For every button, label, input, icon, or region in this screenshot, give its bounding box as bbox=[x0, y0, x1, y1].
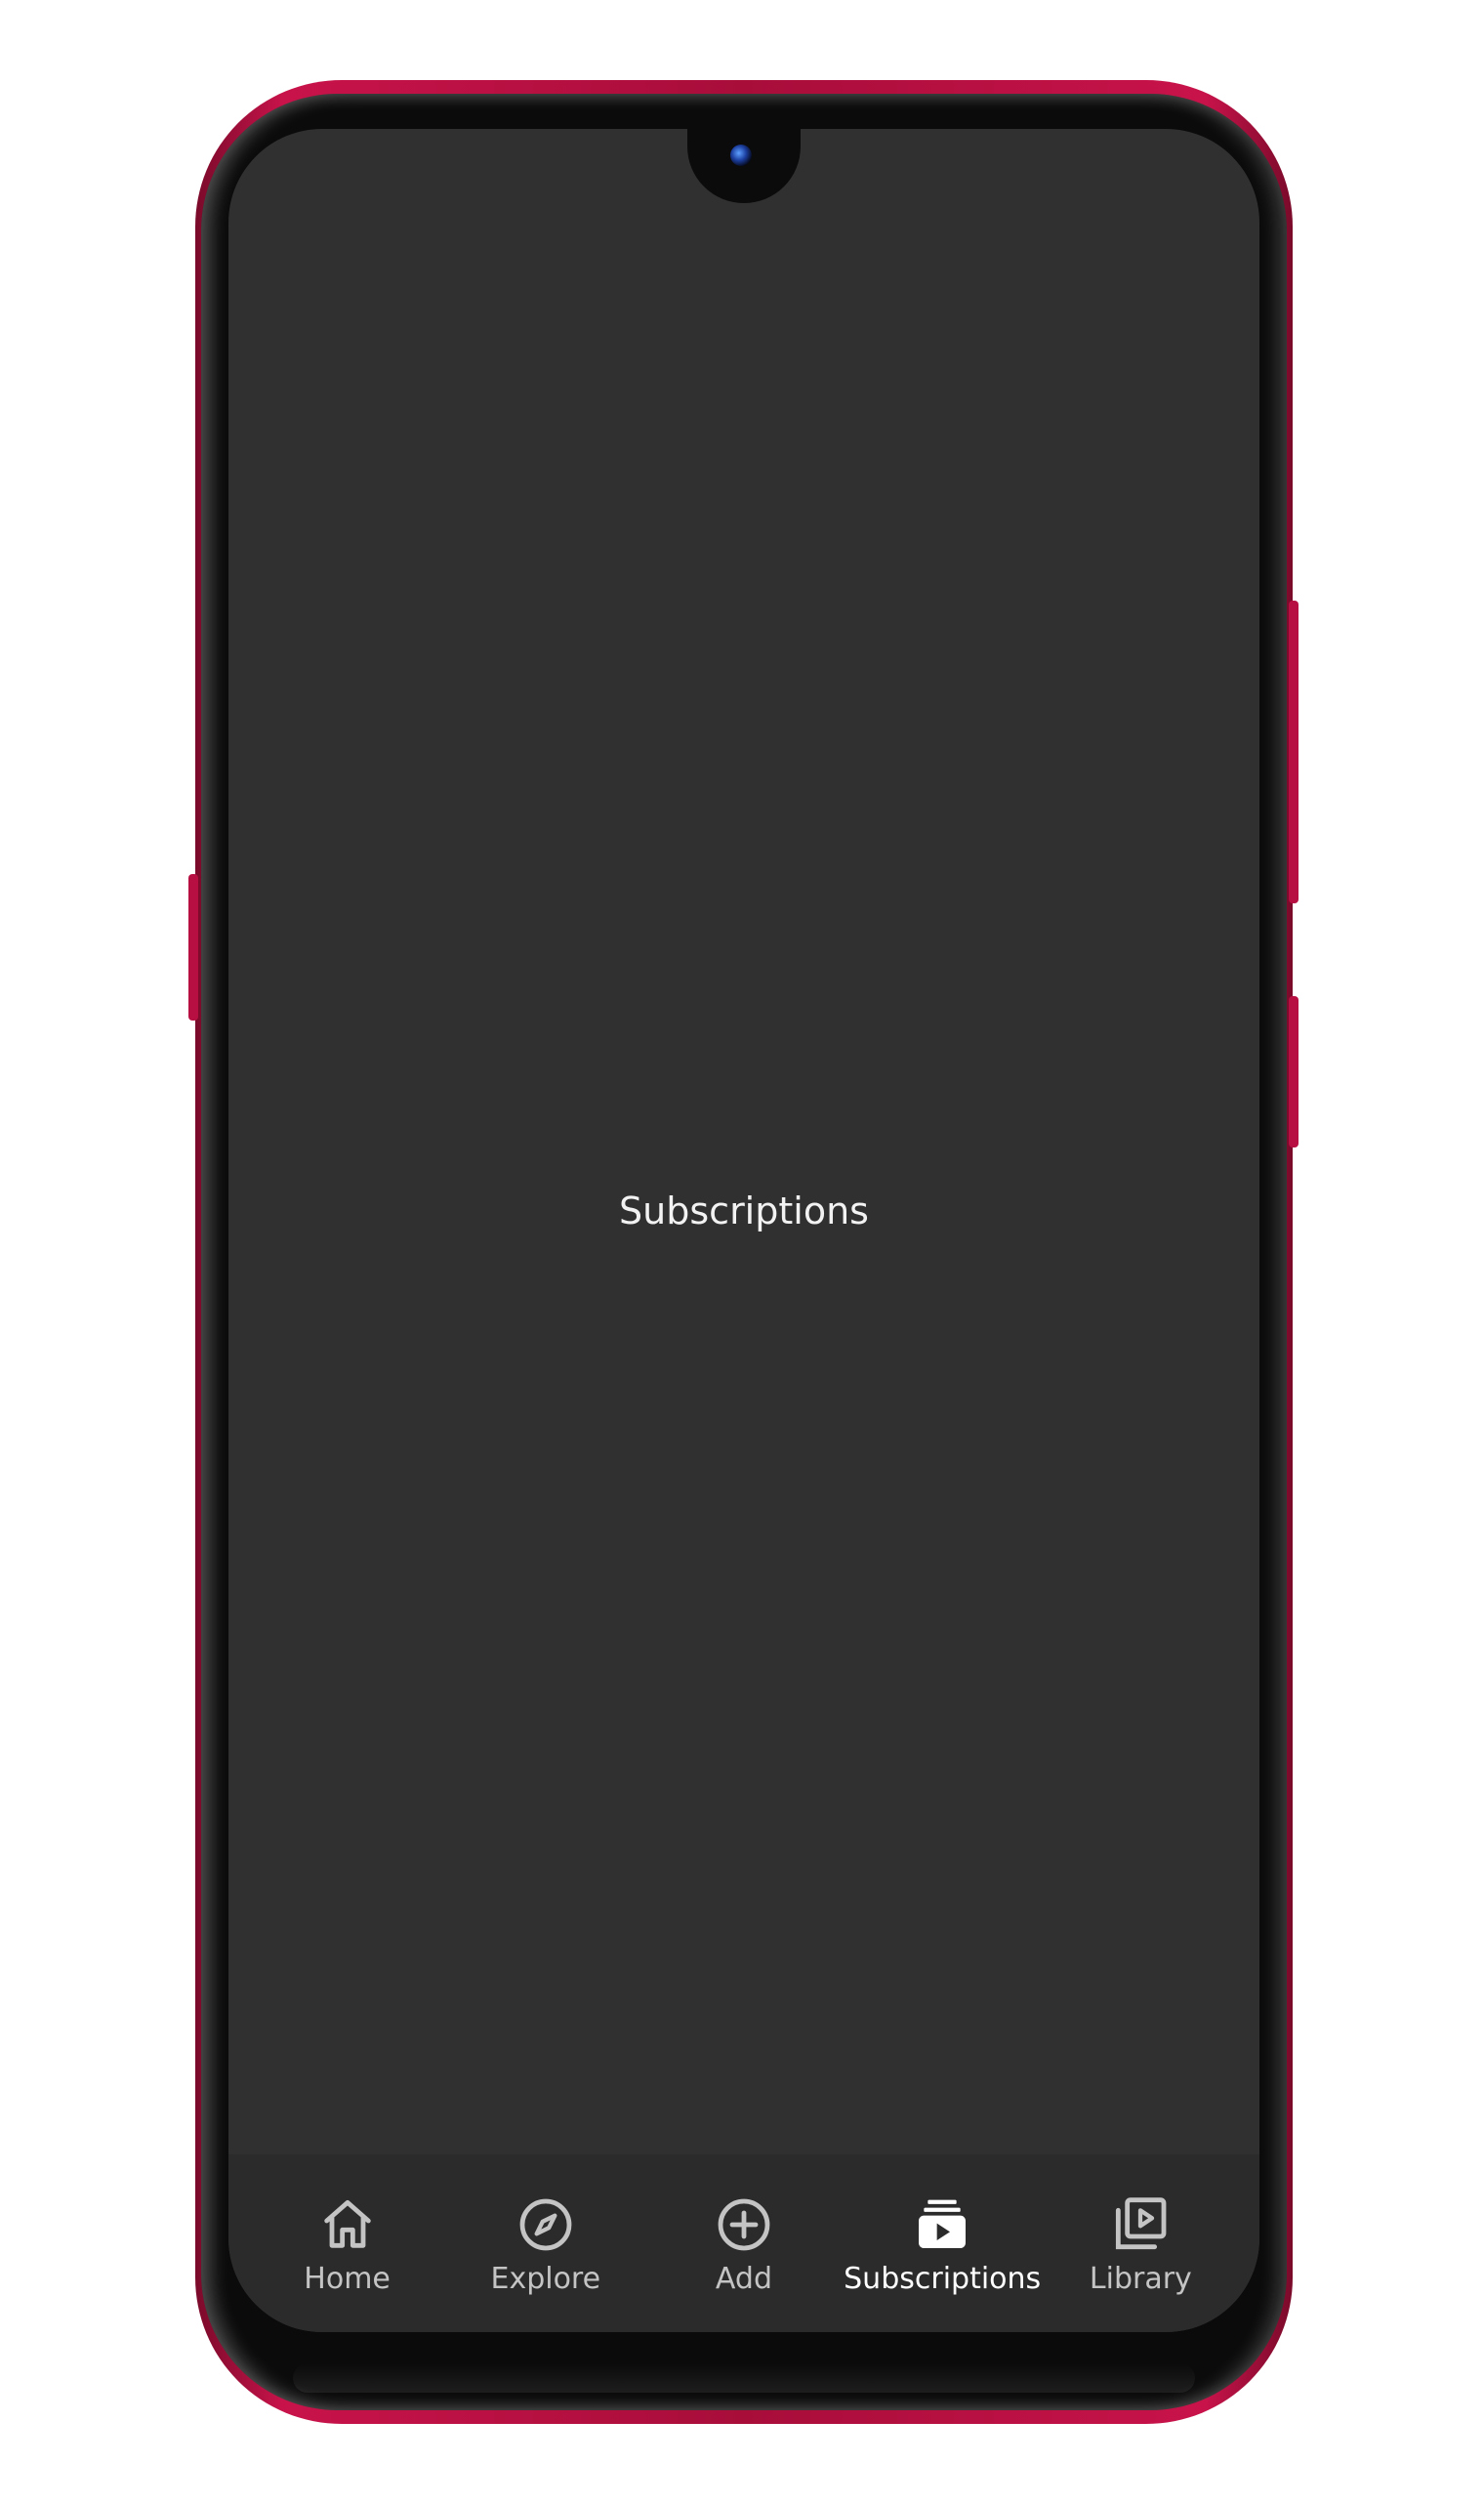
nav-item-label: Explore bbox=[490, 2262, 601, 2296]
nav-item-subscriptions[interactable]: Subscriptions bbox=[844, 2154, 1042, 2296]
home-icon bbox=[323, 2199, 371, 2248]
nav-item-home[interactable]: Home bbox=[250, 2154, 445, 2296]
nav-item-explore[interactable]: Explore bbox=[448, 2154, 643, 2296]
power-button bbox=[1289, 601, 1298, 903]
bezel-gloss bbox=[293, 2363, 1195, 2393]
device-mockup: Subscriptions Home Explore Add Subscript… bbox=[0, 0, 1484, 2504]
subscriptions-icon bbox=[919, 2199, 967, 2248]
page-title: Subscriptions bbox=[619, 1189, 869, 1232]
volume-button bbox=[1289, 996, 1298, 1148]
nav-item-add[interactable]: Add bbox=[646, 2154, 842, 2296]
front-camera bbox=[730, 145, 752, 166]
nav-item-library[interactable]: Library bbox=[1043, 2154, 1238, 2296]
nav-item-label: Subscriptions bbox=[844, 2262, 1042, 2296]
add-circle-icon bbox=[718, 2198, 770, 2251]
nav-item-label: Library bbox=[1089, 2262, 1192, 2296]
bottom-navigation-bar: Home Explore Add Subscriptions Library bbox=[228, 2154, 1259, 2332]
app-screen: Subscriptions Home Explore Add Subscript… bbox=[228, 129, 1259, 2332]
nav-item-label: Add bbox=[715, 2262, 773, 2296]
nav-item-label: Home bbox=[304, 2262, 391, 2296]
library-icon bbox=[1116, 2197, 1167, 2250]
side-button-left bbox=[188, 874, 198, 1021]
display-notch bbox=[687, 129, 801, 203]
compass-icon bbox=[519, 2198, 572, 2251]
